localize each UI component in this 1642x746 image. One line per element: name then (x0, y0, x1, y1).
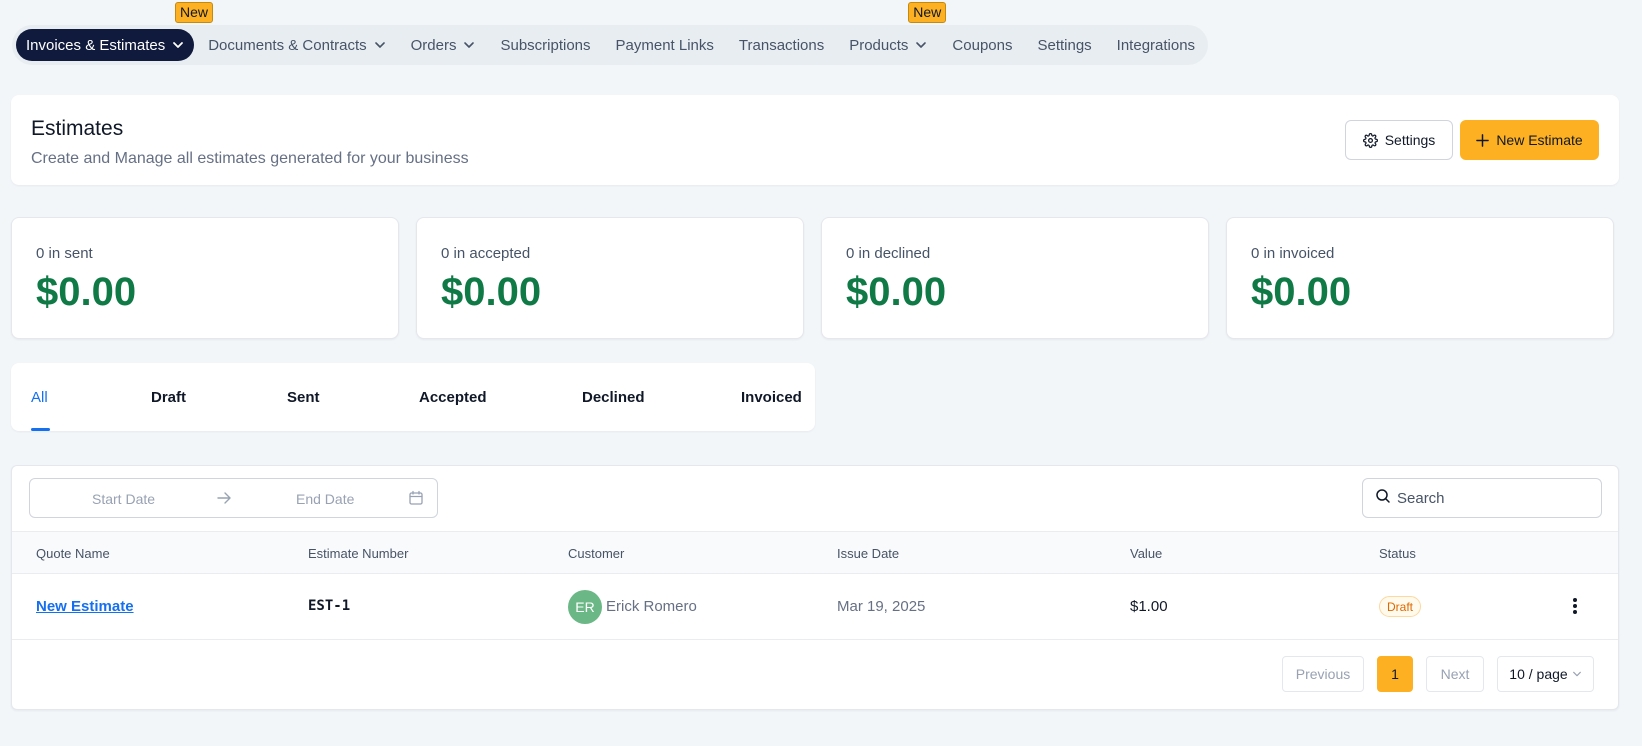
stat-value: $0.00 (846, 270, 947, 314)
end-date-input[interactable]: End Date (296, 491, 354, 507)
stat-card-declined: 0 in declined $0.00 (821, 217, 1209, 339)
page-title: Estimates (31, 117, 124, 140)
new-estimate-button-label: New Estimate (1496, 132, 1583, 148)
quote-name-link[interactable]: New Estimate (36, 598, 134, 615)
stat-label: 0 in declined (846, 245, 931, 262)
plus-icon (1476, 133, 1490, 147)
previous-page-button[interactable]: Previous (1282, 656, 1364, 692)
active-tab-indicator (31, 428, 50, 431)
settings-button[interactable]: Settings (1345, 120, 1453, 160)
chevron-down-icon (172, 39, 184, 51)
next-page-button[interactable]: Next (1426, 656, 1484, 692)
arrow-right-icon (216, 490, 232, 511)
page-header: Estimates Create and Manage all estimate… (11, 95, 1619, 185)
estimates-table-card: Start Date End Date Quote Name Estimate … (11, 465, 1619, 710)
stat-label: 0 in invoiced (1251, 245, 1335, 262)
nav-documents-contracts[interactable]: Documents & Contracts (197, 29, 396, 61)
nav-payment-links[interactable]: Payment Links (605, 29, 725, 61)
tab-draft[interactable]: Draft (151, 389, 186, 406)
nav-item-label: Invoices & Estimates (26, 36, 166, 54)
nav-item-label: Coupons (952, 36, 1013, 54)
chevron-down-icon (1572, 669, 1582, 679)
nav-item-label: Products (849, 36, 909, 54)
tab-accepted[interactable]: Accepted (419, 389, 487, 406)
nav-item-label: Payment Links (615, 36, 714, 54)
nav-item-label: Transactions (738, 36, 825, 54)
gear-icon (1362, 132, 1378, 148)
settings-button-label: Settings (1384, 132, 1436, 148)
chevron-down-icon (463, 39, 475, 51)
new-badge: New (175, 2, 214, 23)
stat-card-sent: 0 in sent $0.00 (11, 217, 399, 339)
tab-sent[interactable]: Sent (287, 389, 320, 406)
date-range-picker[interactable]: Start Date End Date (29, 478, 438, 518)
stat-label: 0 in sent (36, 245, 93, 262)
column-header-estimate-number[interactable]: Estimate Number (308, 546, 408, 561)
nav-settings[interactable]: Settings (1026, 29, 1102, 61)
nav-item-label: Orders (410, 36, 457, 54)
tab-invoiced[interactable]: Invoiced (741, 389, 802, 406)
top-nav: New Invoices & Estimates Documents & Con… (12, 2, 1208, 65)
nav-products[interactable]: New Products (838, 2, 947, 61)
calendar-icon (408, 490, 424, 511)
chevron-down-icon (374, 39, 386, 51)
nav-item-label: Documents & Contracts (208, 36, 367, 54)
column-header-status[interactable]: Status (1379, 546, 1416, 561)
tab-declined[interactable]: Declined (582, 389, 645, 406)
nav-subscriptions[interactable]: Subscriptions (489, 29, 601, 61)
tab-all[interactable]: All (31, 389, 48, 406)
nav-invoices-estimates[interactable]: New Invoices & Estimates (16, 2, 214, 61)
stat-value: $0.00 (441, 270, 542, 314)
status-tabs: All Draft Sent Accepted Declined Invoice… (11, 363, 815, 431)
new-badge: New (908, 2, 947, 23)
page-size-label: 10 / page (1509, 666, 1568, 682)
nav-transactions[interactable]: Transactions (728, 29, 835, 61)
search-box (1362, 478, 1602, 518)
search-icon (1375, 488, 1391, 509)
nav-orders[interactable]: Orders (400, 29, 487, 61)
issue-date: Mar 19, 2025 (837, 598, 926, 615)
new-estimate-button[interactable]: New Estimate (1460, 120, 1599, 160)
start-date-input[interactable]: Start Date (92, 491, 155, 507)
customer-name: Erick Romero (606, 598, 697, 615)
column-header-quote-name[interactable]: Quote Name (36, 546, 110, 561)
page-subtitle: Create and Manage all estimates generate… (31, 150, 469, 167)
nav-item-label: Integrations (1116, 36, 1196, 54)
search-input[interactable] (1397, 489, 1587, 507)
page-size-select[interactable]: 10 / page (1497, 656, 1594, 692)
nav-item-label: Settings (1037, 36, 1092, 54)
column-header-value[interactable]: Value (1130, 546, 1162, 561)
stat-label: 0 in accepted (441, 245, 531, 262)
stat-card-invoiced: 0 in invoiced $0.00 (1226, 217, 1614, 339)
chevron-down-icon (915, 39, 927, 51)
stat-value: $0.00 (1251, 270, 1352, 314)
stat-card-accepted: 0 in accepted $0.00 (416, 217, 804, 339)
nav-integrations[interactable]: Integrations (1106, 29, 1206, 61)
page-number-button[interactable]: 1 (1377, 656, 1413, 692)
stat-value: $0.00 (36, 270, 137, 314)
nav-coupons[interactable]: Coupons (941, 29, 1023, 61)
nav-item-label: Subscriptions (500, 36, 591, 54)
estimate-value: $1.00 (1130, 598, 1168, 615)
estimate-number: EST-1 (308, 598, 351, 614)
column-header-customer[interactable]: Customer (568, 546, 624, 561)
status-badge: Draft (1379, 596, 1422, 617)
table-header: Quote Name Estimate Number Customer Issu… (12, 531, 1618, 574)
avatar: ER (568, 590, 602, 624)
table-row: New Estimate EST-1 ER Erick Romero Mar 1… (12, 574, 1618, 640)
more-vertical-icon[interactable] (1572, 596, 1578, 621)
column-header-issue-date[interactable]: Issue Date (837, 546, 899, 561)
